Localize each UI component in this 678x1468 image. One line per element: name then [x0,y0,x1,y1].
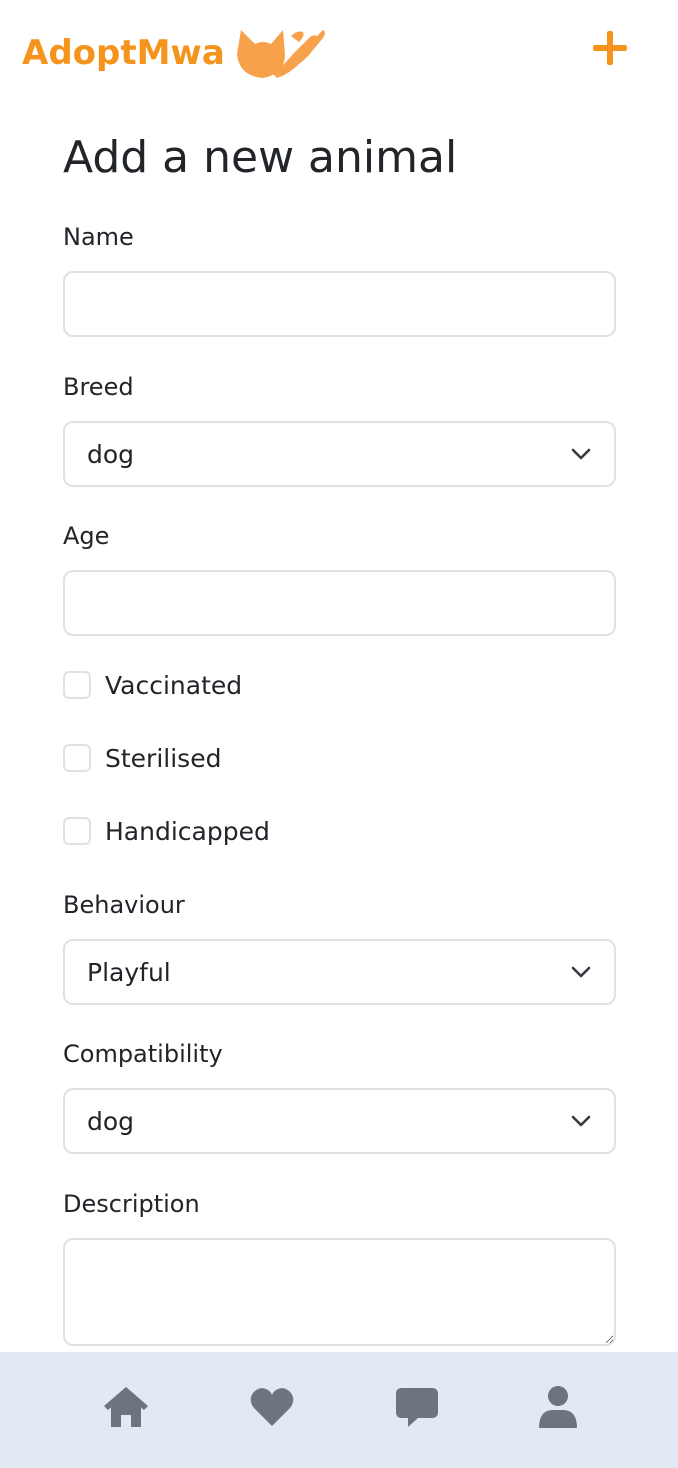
vaccinated-checkbox-row[interactable]: Vaccinated [63,670,242,700]
breed-label: Breed [63,373,134,401]
behaviour-label: Behaviour [63,891,185,919]
page: AdoptMwa Add a new animal Name Breed dog [0,0,678,1468]
nav-messages[interactable] [389,1382,445,1432]
compatibility-label: Compatibility [63,1040,223,1068]
description-label: Description [63,1190,200,1218]
name-label: Name [63,223,134,251]
chevron-down-icon [571,966,591,978]
vaccinated-checkbox[interactable] [63,671,91,699]
user-icon [539,1386,577,1428]
breed-select[interactable]: dog [63,421,616,487]
nav-profile[interactable] [530,1382,586,1432]
vaccinated-label: Vaccinated [105,670,243,700]
name-field[interactable] [63,271,616,337]
home-icon [104,1387,148,1427]
chevron-down-icon [571,1115,591,1127]
bottom-navigation [0,1352,678,1468]
nav-home[interactable] [98,1382,154,1432]
age-field[interactable] [63,570,616,636]
page-title: Add a new animal [63,132,458,183]
brand-name: AdoptMwa [22,33,225,73]
handicapped-label: Handicapped [105,816,270,846]
add-animal-button[interactable] [588,26,632,70]
sterilised-checkbox-row[interactable]: Sterilised [63,743,221,773]
breed-select-value: dog [87,439,135,469]
top-bar: AdoptMwa [0,0,678,100]
behaviour-select-value: Playful [87,957,171,987]
sterilised-checkbox[interactable] [63,744,91,772]
cat-hand-logo-icon [236,30,325,78]
sterilised-label: Sterilised [105,743,222,773]
behaviour-select[interactable]: Playful [63,939,616,1005]
nav-favorites[interactable] [244,1382,300,1432]
chat-icon [396,1388,438,1427]
handicapped-checkbox[interactable] [63,817,91,845]
heart-icon [250,1388,294,1426]
handicapped-checkbox-row[interactable]: Handicapped [63,816,270,846]
age-label: Age [63,522,110,550]
plus-icon [593,31,627,65]
compatibility-select-value: dog [87,1106,135,1136]
chevron-down-icon [571,448,591,460]
description-field[interactable] [63,1238,616,1346]
brand-logo[interactable]: AdoptMwa [22,24,325,82]
compatibility-select[interactable]: dog [63,1088,616,1154]
